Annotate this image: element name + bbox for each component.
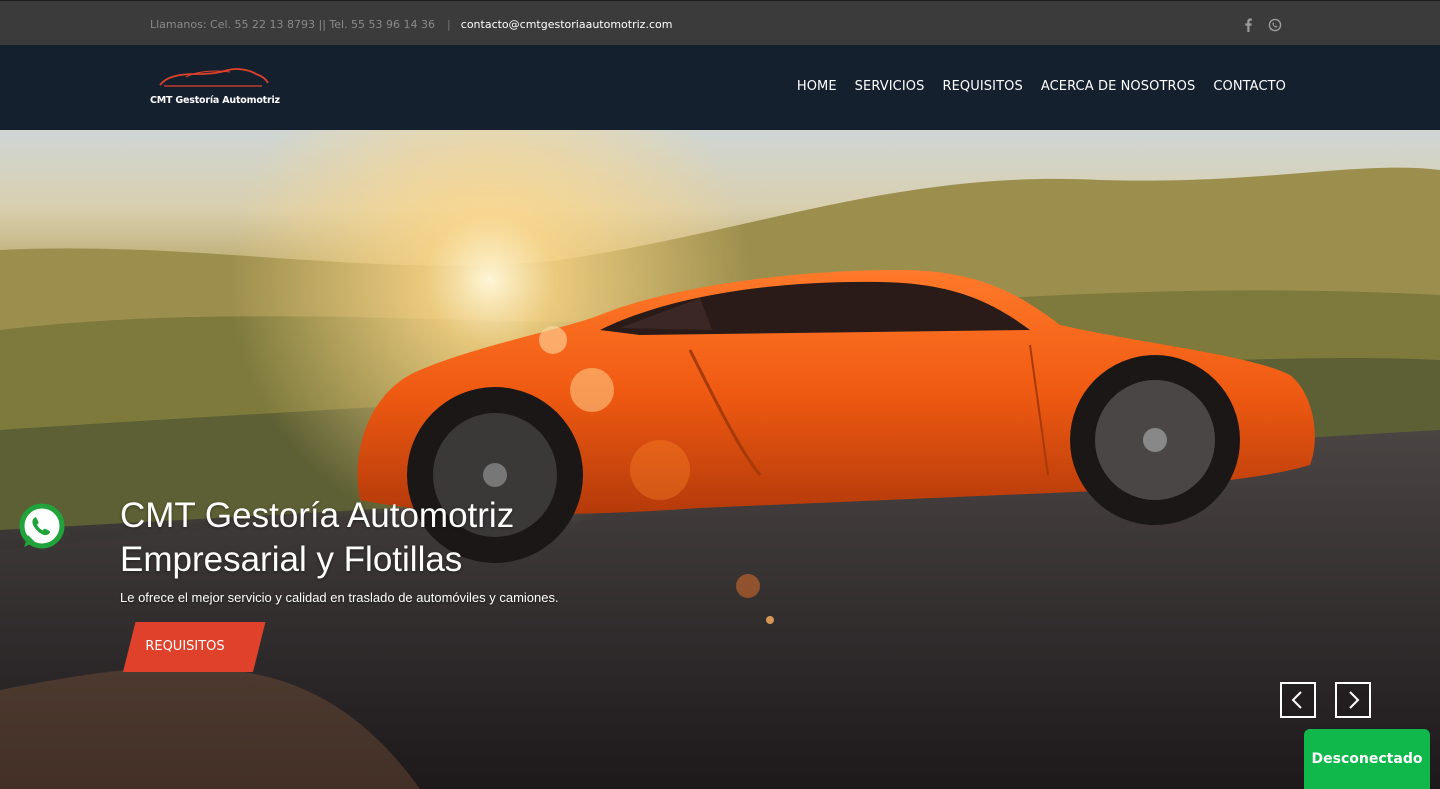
phone-text: Llamanos: Cel. 55 22 13 8793 || Tel. 55 … [150,18,436,31]
logo[interactable]: CMT Gestoría Automotriz [150,65,290,111]
logo-text: CMT Gestoría Automotriz [150,95,280,106]
contact-info: Llamanos: Cel. 55 22 13 8793 || Tel. 55 … [150,18,672,31]
requisitos-button[interactable]: REQUISITOS [117,622,266,672]
requisitos-button-label: REQUISITOS [145,639,225,654]
main-nav: HOME SERVICIOS REQUISITOS ACERCA DE NOSO… [797,79,1286,94]
slider-prev-button[interactable] [1280,682,1316,718]
whatsapp-icon[interactable] [1268,18,1282,36]
whatsapp-icon [19,503,65,549]
hero-title-line2: Empresarial y Flotillas [120,540,463,579]
facebook-icon[interactable] [1243,18,1253,36]
email-link[interactable]: contacto@cmtgestoriaautomotriz.com [461,18,673,31]
nav-acerca[interactable]: ACERCA DE NOSOTROS [1041,79,1196,94]
nav-requisitos[interactable]: REQUISITOS [942,79,1022,94]
main-header: CMT Gestoría Automotriz HOME SERVICIOS R… [0,45,1440,130]
nav-home[interactable]: HOME [797,79,837,94]
slider-next-button[interactable] [1335,682,1371,718]
separator: | [447,18,451,31]
nav-contacto[interactable]: CONTACTO [1213,79,1286,94]
hero-slider: CMT Gestoría Automotriz Empresarial y Fl… [0,130,1440,789]
chat-status-widget[interactable]: Desconectado [1304,729,1430,789]
whatsapp-float-button[interactable] [16,500,68,552]
hero-image [0,130,1440,789]
top-bar: Llamanos: Cel. 55 22 13 8793 || Tel. 55 … [0,0,1440,45]
hero-title-line1: CMT Gestoría Automotriz [120,496,515,535]
chevron-left-icon [1291,691,1302,709]
nav-servicios[interactable]: SERVICIOS [855,79,925,94]
hero-subtitle: Le ofrece el mejor servicio y calidad en… [120,590,559,605]
chevron-right-icon [1349,691,1360,709]
hero-title: CMT Gestoría Automotriz Empresarial y Fl… [120,494,514,582]
